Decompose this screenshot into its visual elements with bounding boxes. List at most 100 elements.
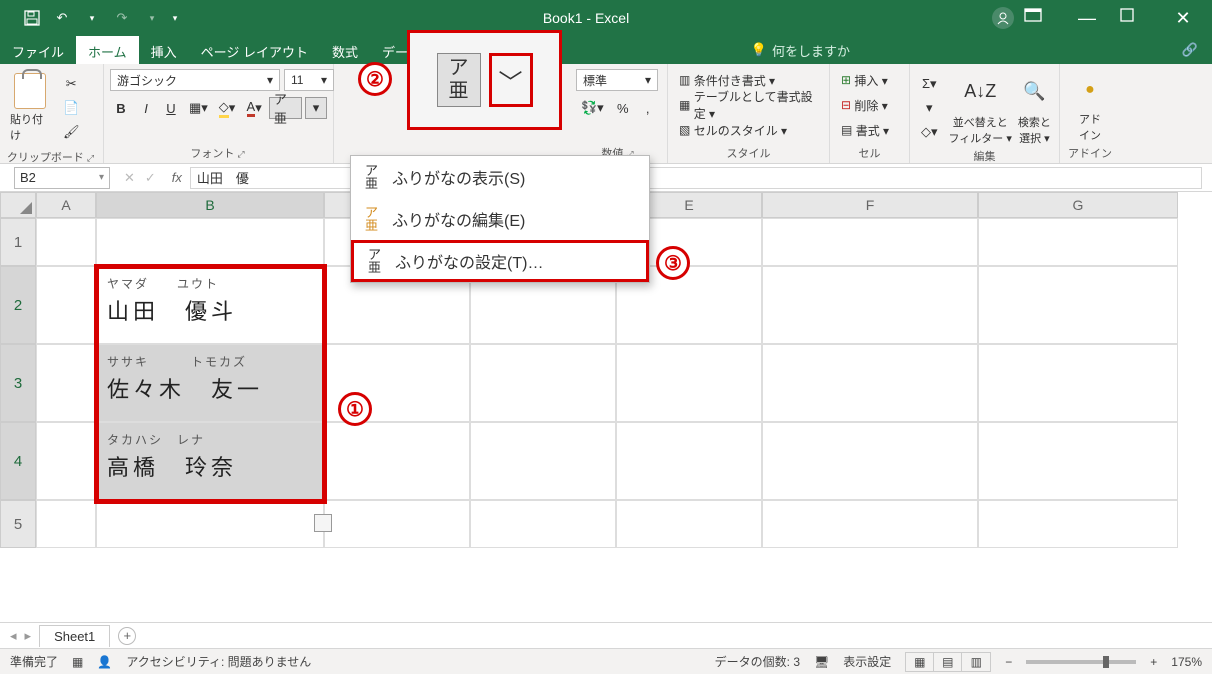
tab-page-layout[interactable]: ページ レイアウト [189, 36, 320, 64]
bold-button[interactable]: B [110, 97, 132, 119]
cell-B3[interactable]: ササキ トモカズ 佐々木 友一 [96, 344, 324, 422]
tab-insert[interactable]: 挿入 [139, 36, 189, 64]
cell[interactable] [762, 500, 978, 548]
cell[interactable] [978, 266, 1178, 344]
cut-button[interactable]: ✂ [58, 73, 85, 95]
col-header-G[interactable]: G [978, 192, 1178, 218]
cell-B4[interactable]: タカハシ レナ 高橋 玲奈 [96, 422, 324, 500]
clipboard-launcher-icon[interactable]: ⤢ [87, 153, 96, 163]
cell[interactable] [762, 266, 978, 344]
col-header-A[interactable]: A [36, 192, 96, 218]
name-box[interactable]: B2▾ [14, 167, 110, 189]
furigana-settings-item[interactable]: ア亜 ふりがなの設定(T)… [351, 240, 649, 282]
enter-icon[interactable]: ✓ [145, 170, 156, 186]
cell[interactable] [616, 422, 762, 500]
paste-options-icon[interactable] [314, 514, 332, 532]
percent-button[interactable]: % [612, 97, 634, 119]
font-color-button[interactable]: A▾ [242, 97, 266, 119]
underline-button[interactable]: U [160, 97, 182, 119]
redo-dropdown-icon[interactable]: ▾ [140, 6, 164, 30]
cell[interactable] [324, 422, 470, 500]
cell[interactable] [36, 218, 96, 266]
account-avatar[interactable] [992, 7, 1014, 29]
cell[interactable] [470, 344, 616, 422]
zoom-out-button[interactable]: − [1005, 655, 1012, 669]
sheet-tab[interactable]: Sheet1 [39, 625, 110, 647]
accessibility-icon[interactable]: 👤 [97, 655, 112, 669]
cell[interactable] [36, 266, 96, 344]
cell[interactable] [978, 422, 1178, 500]
zoom-level[interactable]: 175% [1171, 655, 1202, 669]
zoom-in-button[interactable]: + [1150, 655, 1157, 669]
font-launcher-icon[interactable]: ⤢ [237, 149, 246, 159]
row-header-3[interactable]: 3 [0, 344, 36, 422]
paste-button[interactable]: 貼り付け [6, 69, 54, 147]
font-name-combo[interactable]: 游ゴシック▾ [110, 69, 280, 91]
number-format-combo[interactable]: 標準▾ [576, 69, 658, 91]
display-settings-icon[interactable]: 🖥 [814, 655, 829, 669]
format-as-table-button[interactable]: ▦ テーブルとして書式設定 ▾ [674, 94, 824, 116]
tab-home[interactable]: ホーム [76, 36, 139, 64]
comma-button[interactable]: , [637, 97, 659, 119]
cell[interactable] [36, 344, 96, 422]
format-painter-button[interactable]: 🖌 [58, 121, 85, 143]
maximize-icon[interactable] [1120, 8, 1150, 29]
undo-dropdown-icon[interactable]: ▾ [80, 6, 104, 30]
macro-recorder-icon[interactable]: ▦ [72, 655, 83, 669]
cell[interactable] [36, 500, 96, 548]
undo-icon[interactable]: ↶ [50, 6, 74, 30]
cell-styles-button[interactable]: ▧ セルのスタイル ▾ [674, 119, 824, 141]
cell[interactable] [324, 500, 470, 548]
cell[interactable] [978, 500, 1178, 548]
page-break-view-button[interactable]: ▥ [962, 653, 990, 671]
cell[interactable] [762, 344, 978, 422]
page-layout-view-button[interactable]: ▤ [934, 653, 962, 671]
sheet-nav-prev-icon[interactable]: ◂ [10, 628, 17, 644]
row-header-1[interactable]: 1 [0, 218, 36, 266]
border-button[interactable]: ▦▾ [185, 97, 212, 119]
cell[interactable] [96, 500, 324, 548]
cell[interactable] [978, 344, 1178, 422]
row-header-2[interactable]: 2 [0, 266, 36, 344]
tab-file[interactable]: ファイル [0, 36, 76, 64]
autosum-button[interactable]: Σ▾ [916, 73, 943, 95]
cell[interactable] [470, 422, 616, 500]
qat-customize-icon[interactable]: ▾ [170, 6, 180, 30]
furigana-show-item[interactable]: ア亜 ふりがなの表示(S) [351, 156, 649, 198]
add-sheet-button[interactable]: + [118, 627, 136, 645]
save-icon[interactable] [20, 6, 44, 30]
row-header-5[interactable]: 5 [0, 500, 36, 548]
cancel-icon[interactable]: ✕ [124, 170, 135, 186]
minimize-icon[interactable]: — [1072, 8, 1102, 29]
cell[interactable] [762, 422, 978, 500]
close-icon[interactable]: ✕ [1168, 8, 1198, 29]
col-header-B[interactable]: B [96, 192, 324, 218]
cell[interactable] [616, 500, 762, 548]
sheet-nav-next-icon[interactable]: ▸ [25, 628, 32, 644]
cell-B2[interactable]: ヤマダ ユウト 山田 優斗 [96, 266, 324, 344]
cell[interactable] [978, 218, 1178, 266]
formula-input[interactable]: 山田 優 [190, 167, 1202, 189]
zoom-slider[interactable] [1026, 660, 1136, 664]
italic-button[interactable]: I [135, 97, 157, 119]
fill-color-button[interactable]: ◇▾ [215, 97, 240, 119]
cell[interactable] [762, 218, 978, 266]
col-header-F[interactable]: F [762, 192, 978, 218]
cell[interactable] [36, 422, 96, 500]
fill-button[interactable]: ▾ [916, 97, 943, 119]
cell[interactable] [470, 500, 616, 548]
redo-icon[interactable]: ↷ [110, 6, 134, 30]
sort-filter-button[interactable]: A↓Z 並べ替えと フィルター ▾ [949, 69, 1012, 146]
font-size-combo[interactable]: 11▾ [284, 69, 334, 91]
row-header-4[interactable]: 4 [0, 422, 36, 500]
ribbon-display-icon[interactable] [1024, 8, 1054, 29]
furigana-edit-item[interactable]: ア亜 ふりがなの編集(E) [351, 198, 649, 240]
insert-function-button[interactable]: fx [164, 170, 190, 185]
copy-button[interactable]: 📄 [58, 97, 85, 119]
insert-cells-button[interactable]: ⊞ 挿入 ▾ [836, 69, 904, 91]
status-display[interactable]: 表示設定 [843, 653, 891, 670]
cell[interactable] [96, 218, 324, 266]
tell-me-search[interactable]: 💡 何をしますか [741, 36, 860, 64]
accounting-format-button[interactable]: 💱▾ [576, 97, 609, 119]
addin-button[interactable]: ● アド イン [1079, 69, 1101, 143]
